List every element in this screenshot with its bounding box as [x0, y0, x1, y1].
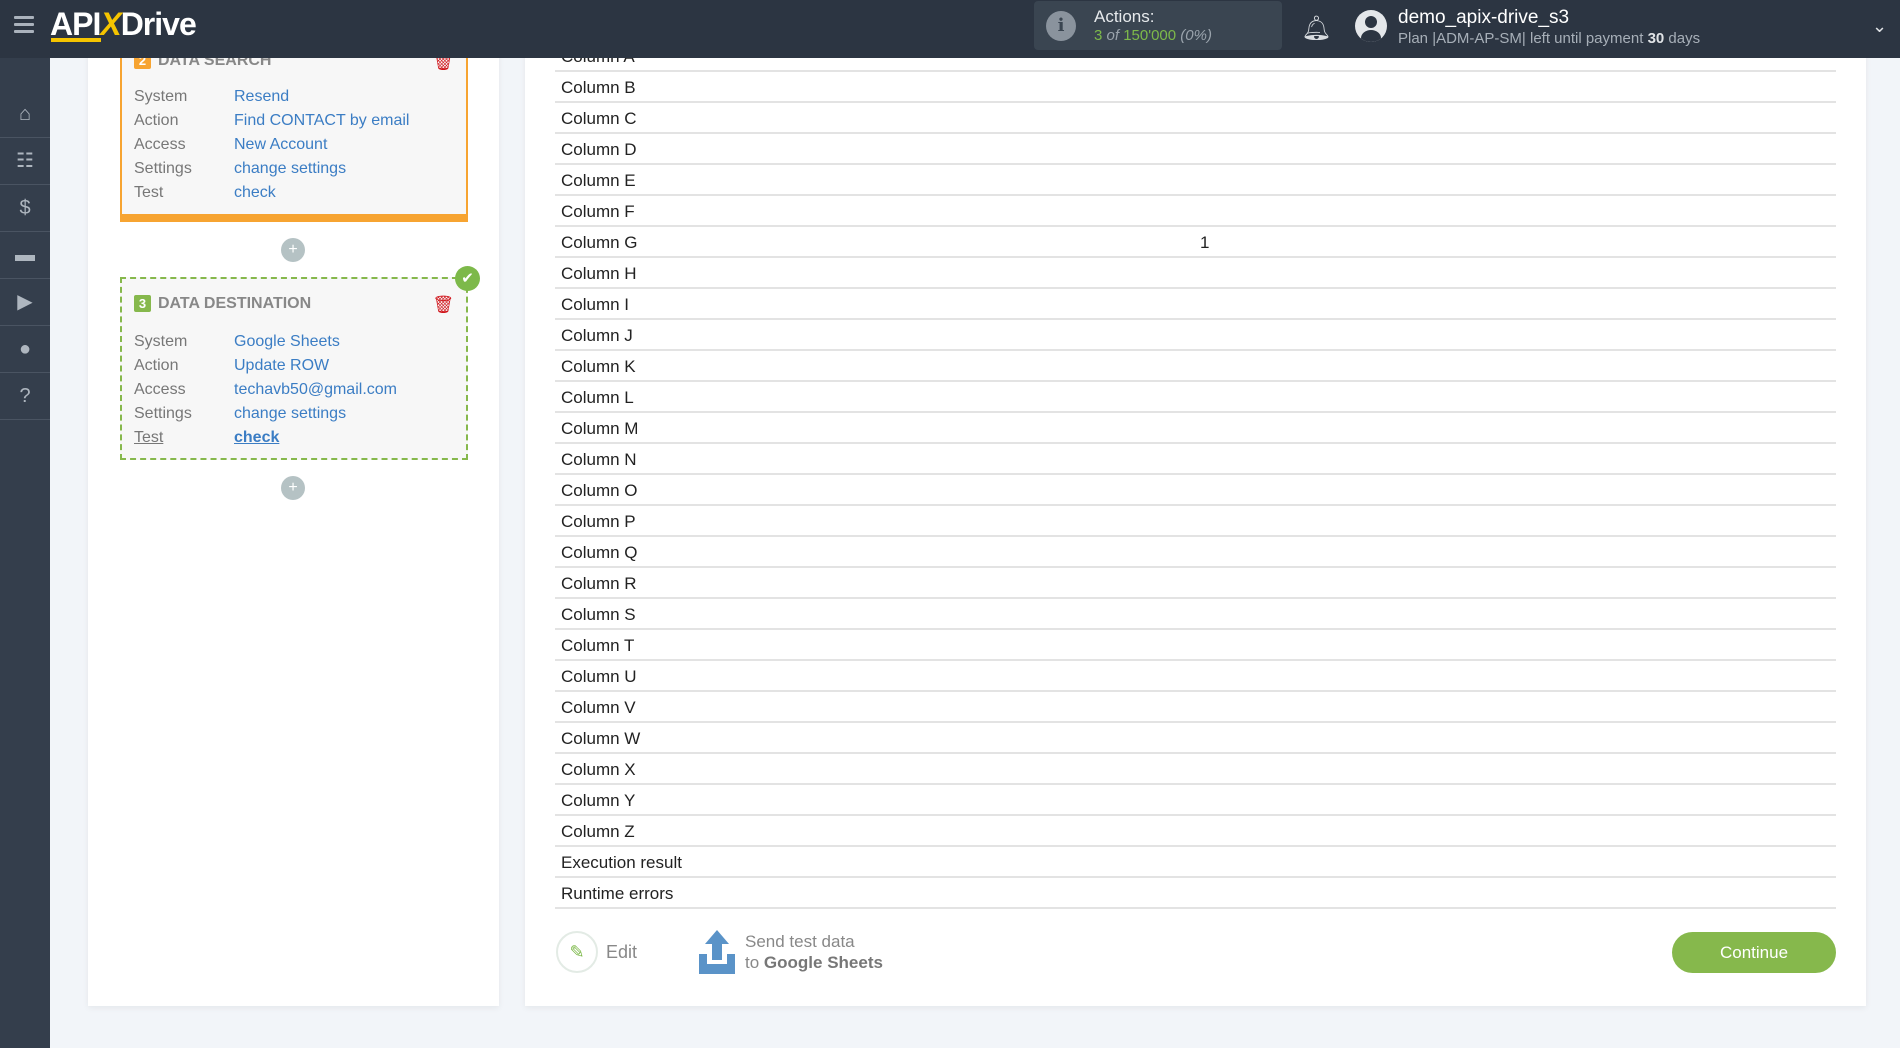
- row-label: Column J: [561, 326, 633, 345]
- actions-value: 3 of 150'000 (0%): [1094, 27, 1212, 44]
- table-row: Column H: [555, 258, 1836, 289]
- table-row: Column T: [555, 630, 1836, 661]
- row-label: Column V: [561, 698, 636, 717]
- row-label: Column N: [561, 450, 637, 469]
- row-label: Column L: [561, 388, 634, 407]
- user-icon[interactable]: ●: [0, 326, 50, 373]
- table-row: Column J: [555, 320, 1836, 351]
- row-label: Column F: [561, 202, 635, 221]
- row-label: Runtime errors: [561, 884, 674, 903]
- row-label: Column Y: [561, 791, 636, 810]
- bell-icon[interactable]: 🔔︎: [1301, 14, 1331, 43]
- table-row: Column V: [555, 692, 1836, 723]
- row-label: Column I: [561, 295, 630, 314]
- table-row: Column Z: [555, 816, 1836, 847]
- table-row: Column W: [555, 723, 1836, 754]
- video-icon[interactable]: ▶: [0, 279, 50, 326]
- table-row: Column L: [555, 382, 1836, 413]
- table-row: Column X: [555, 754, 1836, 785]
- row-label: Column O: [561, 481, 638, 500]
- add-step-button[interactable]: +: [281, 238, 305, 262]
- table-row: Column O: [555, 475, 1836, 506]
- table-row: Column N: [555, 444, 1836, 475]
- table-row: Column C: [555, 103, 1836, 134]
- edit-button[interactable]: ✎: [556, 931, 598, 973]
- table-row: Column S: [555, 599, 1836, 630]
- row-label: Column P: [561, 512, 636, 531]
- edit-label[interactable]: Edit: [606, 942, 637, 963]
- top-header: APIXDrive i Actions: 3 of 150'000 (0%) 🔔…: [0, 0, 1900, 58]
- row-label: Execution result: [561, 853, 682, 872]
- row-label: Column W: [561, 729, 641, 748]
- menu-icon[interactable]: [14, 16, 34, 34]
- row-label: Column T: [561, 636, 635, 655]
- card-title: 3 DATA DESTINATION: [134, 295, 311, 313]
- add-step-button[interactable]: +: [281, 476, 305, 500]
- home-icon[interactable]: ⌂: [0, 91, 50, 138]
- pencil-icon: ✎: [569, 942, 585, 962]
- plan-info: Plan |ADM-AP-SM| left until payment 30 d…: [1398, 30, 1701, 47]
- row-value: 1: [1200, 233, 1210, 252]
- table-row: Column D: [555, 134, 1836, 165]
- row-label: Column G: [561, 233, 638, 252]
- check-icon: ✔: [455, 266, 480, 291]
- avatar[interactable]: [1355, 10, 1387, 42]
- row-label: Column H: [561, 264, 637, 283]
- logo-underline: [51, 38, 101, 42]
- table-row: Column U: [555, 661, 1836, 692]
- sidebar: ⌂ ☷ $ ▬ ▶ ● ?: [0, 58, 50, 1048]
- continue-button[interactable]: Continue: [1672, 932, 1836, 973]
- dollar-icon[interactable]: $: [0, 185, 50, 232]
- table-row: Column K: [555, 351, 1836, 382]
- table-row: Column P: [555, 506, 1836, 537]
- row-label: Column S: [561, 605, 636, 624]
- briefcase-icon[interactable]: ▬: [0, 232, 50, 279]
- chevron-down-icon[interactable]: ⌄: [1872, 16, 1887, 37]
- table-row: Column E: [555, 165, 1836, 196]
- row-label: Column C: [561, 109, 637, 128]
- info-icon: i: [1046, 11, 1076, 41]
- row-label: Column M: [561, 419, 639, 438]
- table-row: Column I: [555, 289, 1836, 320]
- table-row: Column R: [555, 568, 1836, 599]
- row-label: Column Z: [561, 822, 635, 841]
- row-label: Column R: [561, 574, 637, 593]
- sitemap-icon[interactable]: ☷: [0, 138, 50, 185]
- username[interactable]: demo_apix-drive_s3: [1398, 7, 1569, 29]
- table-row: Column Q: [555, 537, 1836, 568]
- table-row: Column F: [555, 196, 1836, 227]
- row-label: Column Q: [561, 543, 638, 562]
- table-row: Runtime errors: [555, 878, 1836, 909]
- row-label: Column K: [561, 357, 636, 376]
- row-label: Column X: [561, 760, 636, 779]
- data-search-card[interactable]: 2 DATA SEARCH 🗑︎ System Resend Action Find …: [120, 40, 468, 222]
- table-row: Execution result: [555, 847, 1836, 878]
- help-icon[interactable]: ?: [0, 373, 50, 420]
- send-test-data-label: Send test data to Google Sheets: [745, 932, 883, 972]
- table-row: Column Y: [555, 785, 1836, 816]
- data-destination-card[interactable]: 3 DATA DESTINATION 🗑︎ System Google Sheets…: [120, 277, 468, 460]
- table-row: Column M: [555, 413, 1836, 444]
- row-label: Column B: [561, 78, 636, 97]
- table-row: Column B: [555, 72, 1836, 103]
- table-row: Column G 1: [555, 227, 1836, 258]
- upload-icon: [699, 930, 735, 974]
- row-label: Column E: [561, 171, 636, 190]
- row-label: Column U: [561, 667, 637, 686]
- trash-icon[interactable]: 🗑︎: [432, 295, 454, 315]
- row-label: Column D: [561, 140, 637, 159]
- actions-counter: i Actions: 3 of 150'000 (0%): [1034, 1, 1282, 50]
- actions-label: Actions:: [1094, 7, 1155, 26]
